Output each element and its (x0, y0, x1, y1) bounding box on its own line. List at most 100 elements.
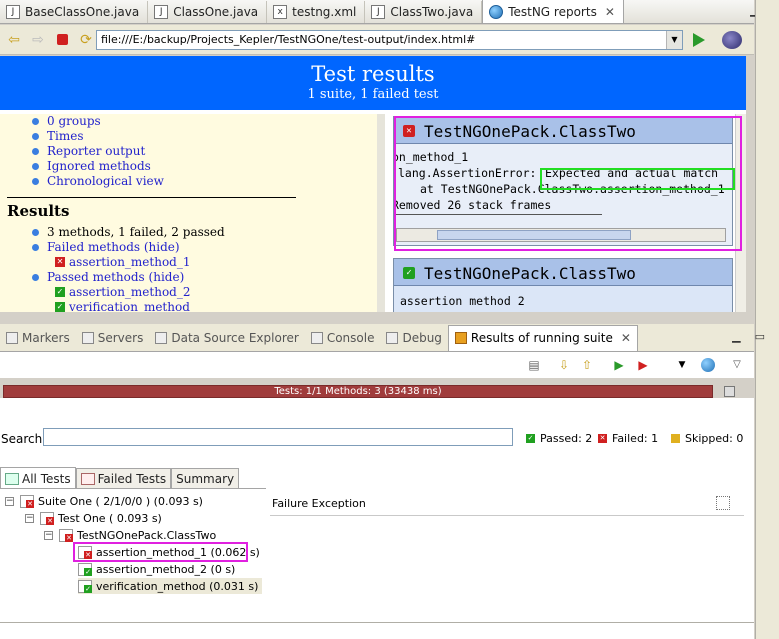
filter-stack-icon[interactable] (716, 496, 730, 510)
node-label: Test One ( 0.093 s) (58, 511, 162, 525)
rerun-icon[interactable]: ▶ (612, 358, 626, 372)
tab-debug[interactable]: Debug (380, 325, 447, 351)
tree-node-method-selected[interactable]: ✓ verification_method (0.031 s) (78, 578, 263, 594)
class-name: TestNGOnePack.ClassTwo (424, 264, 636, 283)
method-passed-icon: ✓ (78, 562, 92, 576)
tab-results-of-running-suite[interactable]: Results of running suite ✕ (447, 324, 638, 351)
report-banner: Test results 1 suite, 1 failed test (0, 56, 746, 110)
suite-toolbar: ▤ ⇩ ⇧ ▶ ▶ ▼ ▽ (0, 352, 754, 378)
collapse-icon[interactable]: − (25, 513, 34, 523)
stop-icon[interactable] (724, 386, 735, 397)
tab-console[interactable]: Console (305, 325, 381, 351)
tree-node-test[interactable]: − ✕ Test One ( 0.093 s) (25, 510, 162, 526)
markers-icon (6, 331, 18, 344)
next-failure-icon[interactable]: ⇩ (557, 358, 571, 372)
close-icon[interactable]: ✕ (605, 5, 615, 19)
tree-node-suite[interactable]: − ✕ Suite One ( 2/1/0/0 ) (0.093 s) (5, 493, 203, 509)
stop-icon[interactable] (52, 30, 72, 50)
passed-count: ✓ Passed: 2 (526, 432, 592, 445)
node-label: Suite One ( 2/1/0/0 ) (0.093 s) (38, 494, 203, 508)
view-menu-icon[interactable]: ▼ (675, 358, 689, 372)
eclipse-icon[interactable] (722, 31, 742, 49)
maximize-icon[interactable]: ▭ (755, 330, 765, 343)
failed-method-link[interactable]: assertion_method_1 (69, 255, 191, 269)
divider (270, 515, 744, 516)
previous-failure-icon[interactable]: ⇧ (580, 358, 594, 372)
tab-all-tests[interactable]: All Tests (0, 467, 76, 489)
passed-icon: ✓ (403, 267, 415, 279)
editor-tab-testng-reports[interactable]: TestNG reports ✕ (482, 0, 624, 23)
tree-icon (5, 472, 19, 485)
failed-icon: ✕ (598, 434, 607, 443)
rerun-failed-icon[interactable]: ▶ (636, 358, 650, 372)
java-file-icon: J (371, 5, 386, 19)
link-times[interactable]: Times (47, 129, 83, 143)
clear-results-icon[interactable]: ▤ (527, 358, 541, 372)
link-reporter-output[interactable]: Reporter output (47, 144, 145, 158)
panel-splitter[interactable] (377, 114, 385, 312)
passed-class-block: ✓ TestNGOnePack.ClassTwo assertion method… (393, 258, 733, 312)
collapse-icon[interactable]: − (5, 496, 14, 506)
globe-icon (489, 4, 504, 19)
highlight-box (540, 168, 735, 190)
minimize-icon[interactable]: ▁ (732, 330, 740, 343)
link-ignored-methods[interactable]: Ignored methods (47, 159, 151, 173)
class-icon: ✕ (59, 528, 73, 542)
divider (7, 197, 296, 198)
suite-icon: ✕ (20, 494, 34, 508)
stat-label: Passed: 2 (540, 432, 593, 445)
failed-count: ✕ Failed: 1 (598, 432, 658, 445)
node-label: TestNGOnePack.ClassTwo (77, 528, 217, 542)
collapse-icon[interactable]: − (44, 530, 53, 540)
search-input[interactable] (43, 428, 513, 446)
tab-label: Results of running suite (470, 331, 613, 345)
editor-tab-testng-xml[interactable]: x testng.xml (267, 1, 366, 23)
editor-tab-classtwo[interactable]: J ClassTwo.java (365, 1, 483, 23)
url-text: file:///E:/backup/Projects_Kepler/TestNG… (101, 33, 476, 46)
tree-node-method[interactable]: ✓ assertion_method_2 (0 s) (78, 561, 235, 577)
editor-tab-baseclassone[interactable]: J BaseClassOne.java (0, 1, 149, 23)
java-file-icon: J (154, 5, 169, 19)
chevron-down-icon[interactable]: ▽ (730, 358, 744, 372)
views-tab-bar: Markers Servers Data Source Explorer Con… (0, 324, 754, 352)
tab-label: BaseClassOne.java (25, 5, 140, 19)
editor-tab-classone[interactable]: J ClassOne.java (148, 1, 268, 23)
tab-markers[interactable]: Markers (0, 325, 76, 351)
close-icon[interactable]: ✕ (621, 331, 631, 345)
url-input[interactable]: file:///E:/backup/Projects_Kepler/TestNG… (96, 30, 683, 50)
search-label: Search: (1, 432, 47, 446)
link-chronological-view[interactable]: Chronological view (47, 174, 164, 188)
hide-passed-link[interactable]: (hide) (149, 270, 185, 284)
globe-icon[interactable] (701, 358, 715, 372)
skipped-count: Skipped: 0 (671, 432, 743, 445)
console-icon (310, 331, 323, 344)
tab-data-source-explorer[interactable]: Data Source Explorer (149, 325, 304, 351)
hide-failed-link[interactable]: (hide) (144, 240, 180, 254)
go-icon[interactable] (693, 33, 705, 47)
passed-method-link[interactable]: assertion_method_2 (69, 285, 191, 299)
passed-method-link[interactable]: verification_method (69, 300, 190, 312)
tab-label: Summary (176, 472, 235, 486)
tree-node-class[interactable]: − ✕ TestNGOnePack.ClassTwo (44, 527, 216, 543)
forward-icon[interactable]: ⇨ (28, 30, 48, 50)
tab-label: testng.xml (292, 5, 357, 19)
view-window-controls: ▁ ▭ (732, 330, 765, 343)
page-subtitle: 1 suite, 1 failed test (307, 87, 439, 102)
chevron-down-icon[interactable]: ▼ (666, 31, 682, 49)
link-groups[interactable]: 0 groups (47, 114, 101, 128)
tab-summary[interactable]: Summary (171, 468, 240, 489)
failed-methods-label[interactable]: Failed methods (47, 240, 140, 254)
passed-icon: ✓ (55, 302, 65, 312)
page-title: Test results (311, 62, 435, 86)
back-icon[interactable]: ⇦ (4, 30, 24, 50)
failed-icon: ✕ (55, 257, 65, 267)
tab-servers[interactable]: Servers (76, 325, 150, 351)
refresh-icon[interactable]: ⟳ (76, 30, 96, 50)
tab-label: Failed Tests (97, 472, 167, 486)
tab-failed-tests[interactable]: Failed Tests (75, 468, 172, 489)
stat-label: Skipped: 0 (685, 432, 744, 445)
passed-methods-label[interactable]: Passed methods (47, 270, 145, 284)
results-summary: 3 methods, 1 failed, 2 passed (47, 225, 225, 239)
test-icon: ✕ (40, 511, 54, 525)
skipped-icon (671, 434, 680, 443)
